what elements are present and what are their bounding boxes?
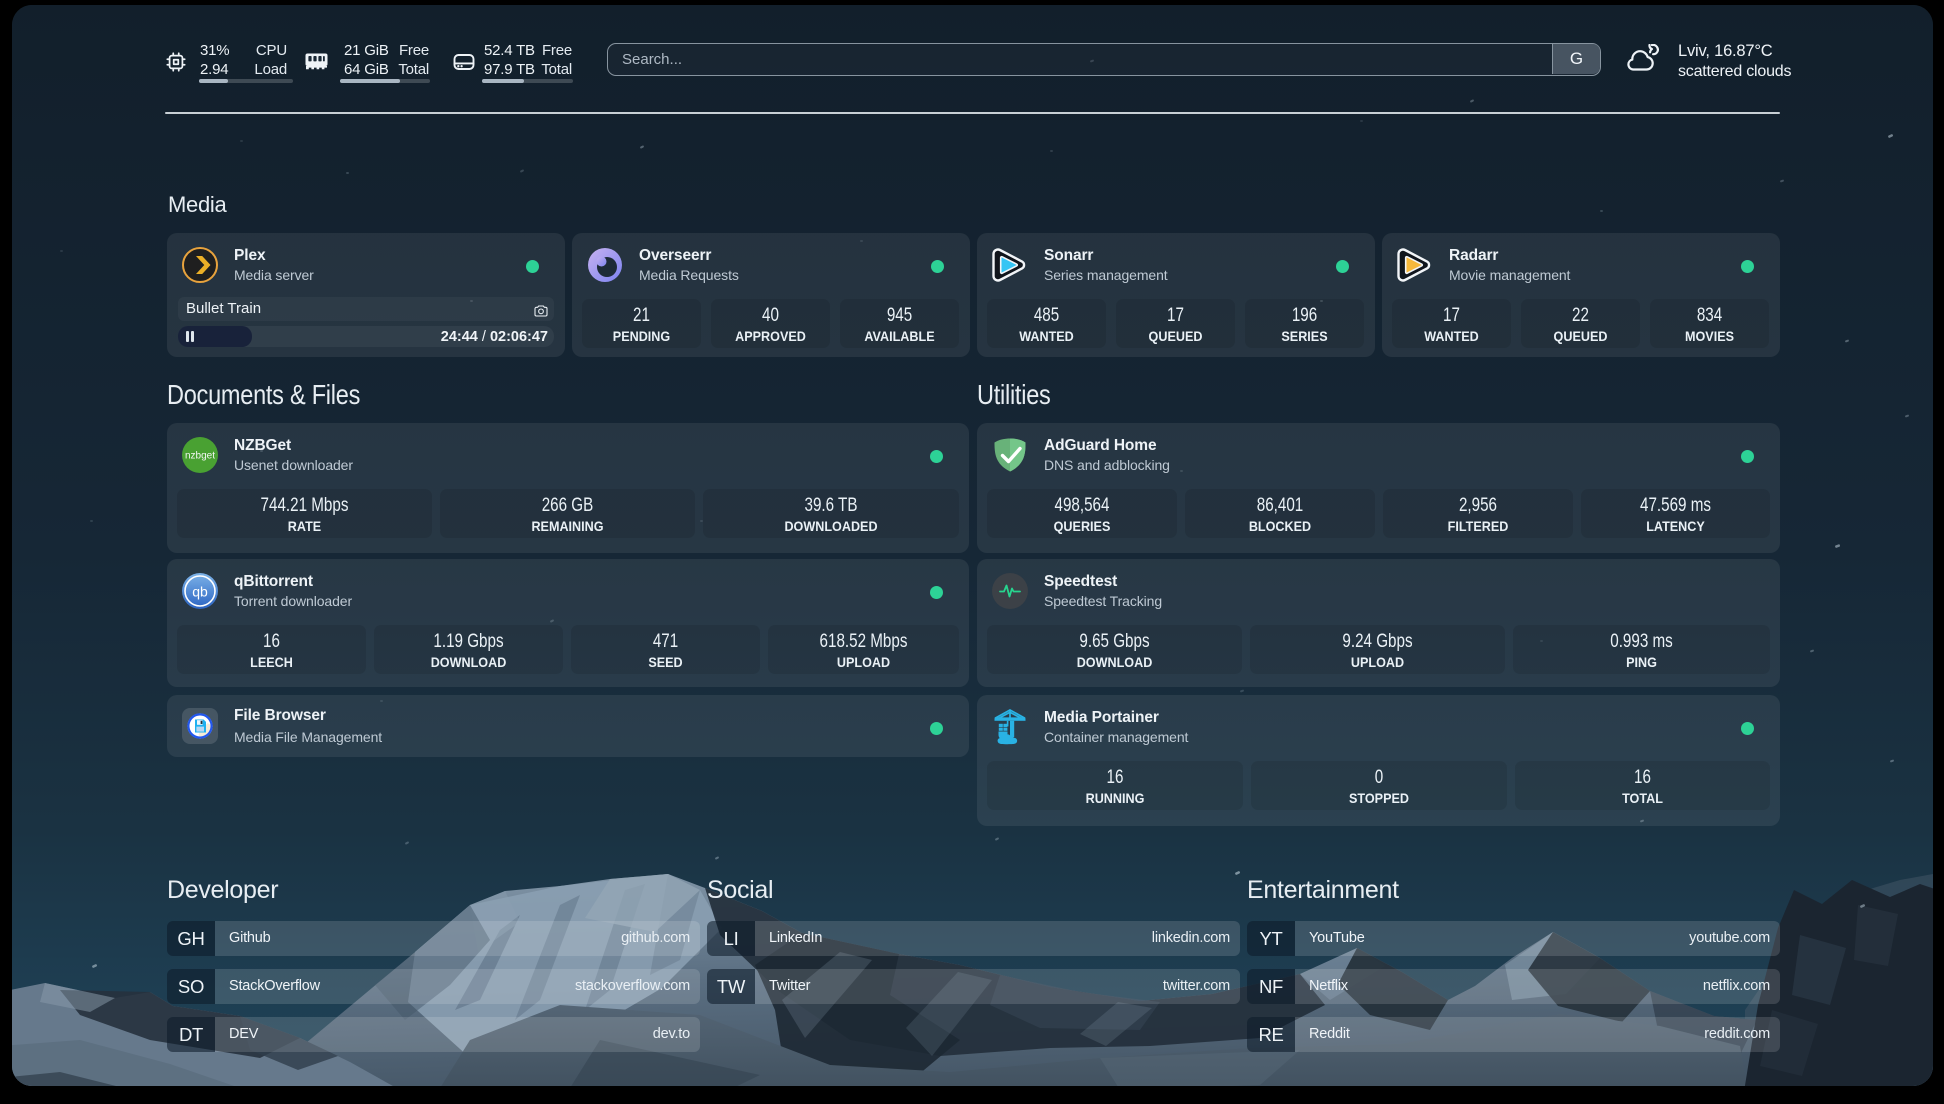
svg-text:nzbget: nzbget [185,451,215,462]
svg-text:qb: qb [192,584,208,600]
